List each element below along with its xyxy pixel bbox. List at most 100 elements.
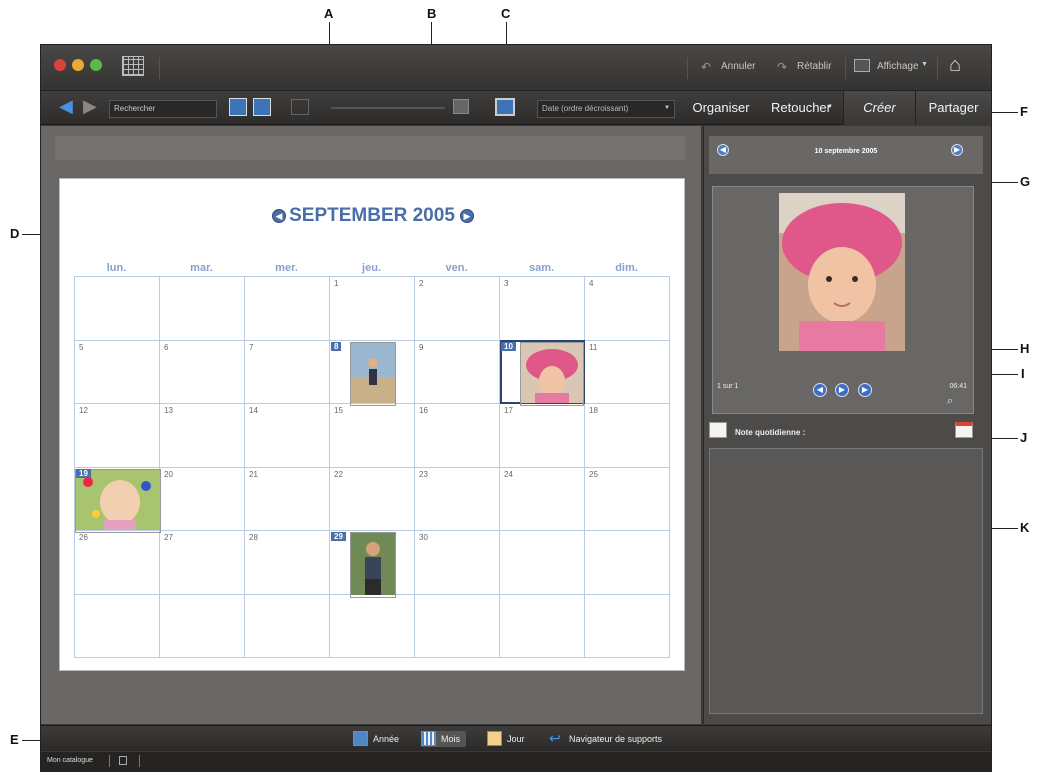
calendar-day-cell[interactable]: 30 <box>414 530 500 595</box>
calendar-day-cell[interactable]: 28 <box>244 530 330 595</box>
tab-creer[interactable]: Créer <box>843 91 915 125</box>
search-input[interactable]: Rechercher <box>109 100 217 118</box>
next-day-button[interactable]: ▶ <box>951 144 963 156</box>
calendar-day-cell[interactable]: 16 <box>414 403 500 468</box>
calendar-day-cell[interactable]: 14 <box>244 403 330 468</box>
calendar-day-cell[interactable]: 20 <box>159 466 245 531</box>
calendar-day-cell[interactable]: 4 <box>584 276 670 341</box>
lock-icon[interactable] <box>119 756 127 765</box>
calendar-grid-icon[interactable] <box>122 56 144 76</box>
calendar-day-cell[interactable]: 23 <box>414 466 500 531</box>
calendar-day-cell[interactable]: 7 <box>244 339 330 404</box>
back-arrow-icon[interactable]: ◀ <box>59 96 73 117</box>
calendar-day-cell[interactable]: 9 <box>414 339 500 404</box>
calendar-day-cell[interactable]: 1 <box>329 276 415 341</box>
calendar-week-row: 5 6 7 8 9 10 11 <box>74 339 670 406</box>
day-icon <box>487 731 502 746</box>
month-view-label: Mois <box>441 734 461 744</box>
calendar-day-cell[interactable]: 26 <box>74 530 160 595</box>
calendar-day-cell[interactable]: 21 <box>244 466 330 531</box>
play-slideshow-button[interactable]: ▶ <box>835 383 849 397</box>
calendar-day-cell[interactable] <box>584 593 670 658</box>
calendar-day-cell[interactable] <box>159 276 245 341</box>
calendar-day-cell[interactable]: 22 <box>329 466 415 531</box>
baby-photo[interactable] <box>779 193 905 351</box>
calendar-day-cell[interactable]: 12 <box>74 403 160 468</box>
daily-note-header: Note quotidienne : <box>709 422 983 442</box>
calendar-day-cell[interactable] <box>329 593 415 658</box>
calendar-day-cell[interactable] <box>74 593 160 658</box>
calendar-day-cell[interactable]: 10 <box>499 339 585 406</box>
calendar-day-cell[interactable]: 25 <box>584 466 670 531</box>
note-icon <box>709 422 727 438</box>
grid-view-icon[interactable] <box>291 99 309 115</box>
event-icon[interactable] <box>955 422 973 438</box>
day-number: 17 <box>504 406 513 415</box>
sort-order-select[interactable]: Date (ordre décroissant) <box>537 100 675 118</box>
redo-button[interactable]: Rétablir <box>797 61 831 72</box>
maximize-window-button[interactable] <box>90 59 102 71</box>
undo-button[interactable]: Annuler <box>721 61 755 72</box>
calendar-day-cell[interactable]: 3 <box>499 276 585 341</box>
zoom-slider[interactable] <box>331 107 445 109</box>
day-number: 16 <box>419 406 428 415</box>
calendar-day-cell[interactable]: 11 <box>584 339 670 404</box>
weekday-label: mer. <box>275 262 298 274</box>
catalog-name[interactable]: Mon catalogue <box>47 757 93 764</box>
day-photo-thumbnail[interactable] <box>75 468 161 533</box>
calendar-day-cell[interactable] <box>414 593 500 658</box>
tab-organiser[interactable]: Organiser <box>685 91 757 125</box>
calendar-day-cell[interactable]: 29 <box>329 530 415 598</box>
callout-a: A <box>324 6 334 21</box>
month-calendar: ◀ SEPTEMBER 2005 ▶ lun. mar. mer. jeu. ven. s… <box>59 178 685 671</box>
large-thumbnail-icon[interactable] <box>453 99 469 114</box>
calendar-day-cell[interactable]: 27 <box>159 530 245 595</box>
calendar-day-cell[interactable] <box>244 276 330 341</box>
calendar-day-cell[interactable]: 19 <box>74 466 161 533</box>
fit-screen-icon[interactable] <box>495 98 515 116</box>
calendar-day-cell[interactable]: 6 <box>159 339 245 404</box>
day-number: 7 <box>249 342 254 352</box>
next-month-button[interactable]: ▶ <box>460 209 474 223</box>
tab-partager[interactable]: Partager <box>915 91 991 125</box>
media-browser-button[interactable]: ↩ Navigateur de supports <box>549 731 662 747</box>
calendar-day-cell[interactable]: 13 <box>159 403 245 468</box>
month-view-button[interactable]: Mois <box>421 731 467 747</box>
calendar-day-cell[interactable] <box>499 530 585 595</box>
calendar-day-cell[interactable] <box>244 593 330 658</box>
calendar-day-cell[interactable]: 5 <box>74 339 160 404</box>
day-photo-thumbnail[interactable] <box>350 341 396 406</box>
previous-photo-button[interactable]: ◀ <box>813 383 827 397</box>
year-view-button[interactable]: Année <box>353 731 399 747</box>
calendar-day-cell[interactable]: 24 <box>499 466 585 531</box>
calendar-day-cell[interactable] <box>584 530 670 595</box>
day-number: 25 <box>589 469 598 479</box>
daily-note-textarea[interactable] <box>709 448 983 714</box>
minimize-window-button[interactable] <box>72 59 84 71</box>
home-button[interactable]: ⌂ <box>949 54 961 77</box>
display-menu-button[interactable]: Affichage <box>877 61 919 72</box>
daily-note-label: Note quotidienne : <box>735 428 806 437</box>
calendar-day-cell[interactable] <box>74 276 160 341</box>
calendar-day-cell[interactable]: 2 <box>414 276 500 341</box>
next-photo-button[interactable]: ▶ <box>858 383 872 397</box>
photo-time: 06:41 <box>949 383 967 390</box>
day-view-label: Jour <box>507 734 525 744</box>
calendar-day-cell[interactable] <box>499 593 585 658</box>
day-view-button[interactable]: Jour <box>487 731 525 747</box>
rotate-right-icon[interactable] <box>253 98 271 116</box>
day-panel: ◀ 10 septembre 2005 ▶ 1 sur 1 ◀ ▶ ▶ 06:4… <box>703 126 991 724</box>
calendar-day-cell[interactable]: 18 <box>584 403 670 468</box>
calendar-day-cell[interactable]: 17 <box>499 403 585 468</box>
close-window-button[interactable] <box>54 59 66 71</box>
rotate-left-icon[interactable] <box>229 98 247 116</box>
binoculars-icon[interactable]: ⌕ <box>947 395 965 407</box>
calendar-day-cell[interactable]: 8 <box>329 339 415 406</box>
calendar-day-cell[interactable]: 15 <box>329 403 415 468</box>
calendar-day-cell[interactable] <box>159 593 245 658</box>
day-number: 6 <box>164 342 169 352</box>
day-photo-thumbnail[interactable] <box>350 532 396 598</box>
day-photo-thumbnail[interactable] <box>520 341 584 406</box>
callout-j: J <box>1020 430 1028 445</box>
forward-arrow-icon[interactable]: ▶ <box>83 96 97 117</box>
